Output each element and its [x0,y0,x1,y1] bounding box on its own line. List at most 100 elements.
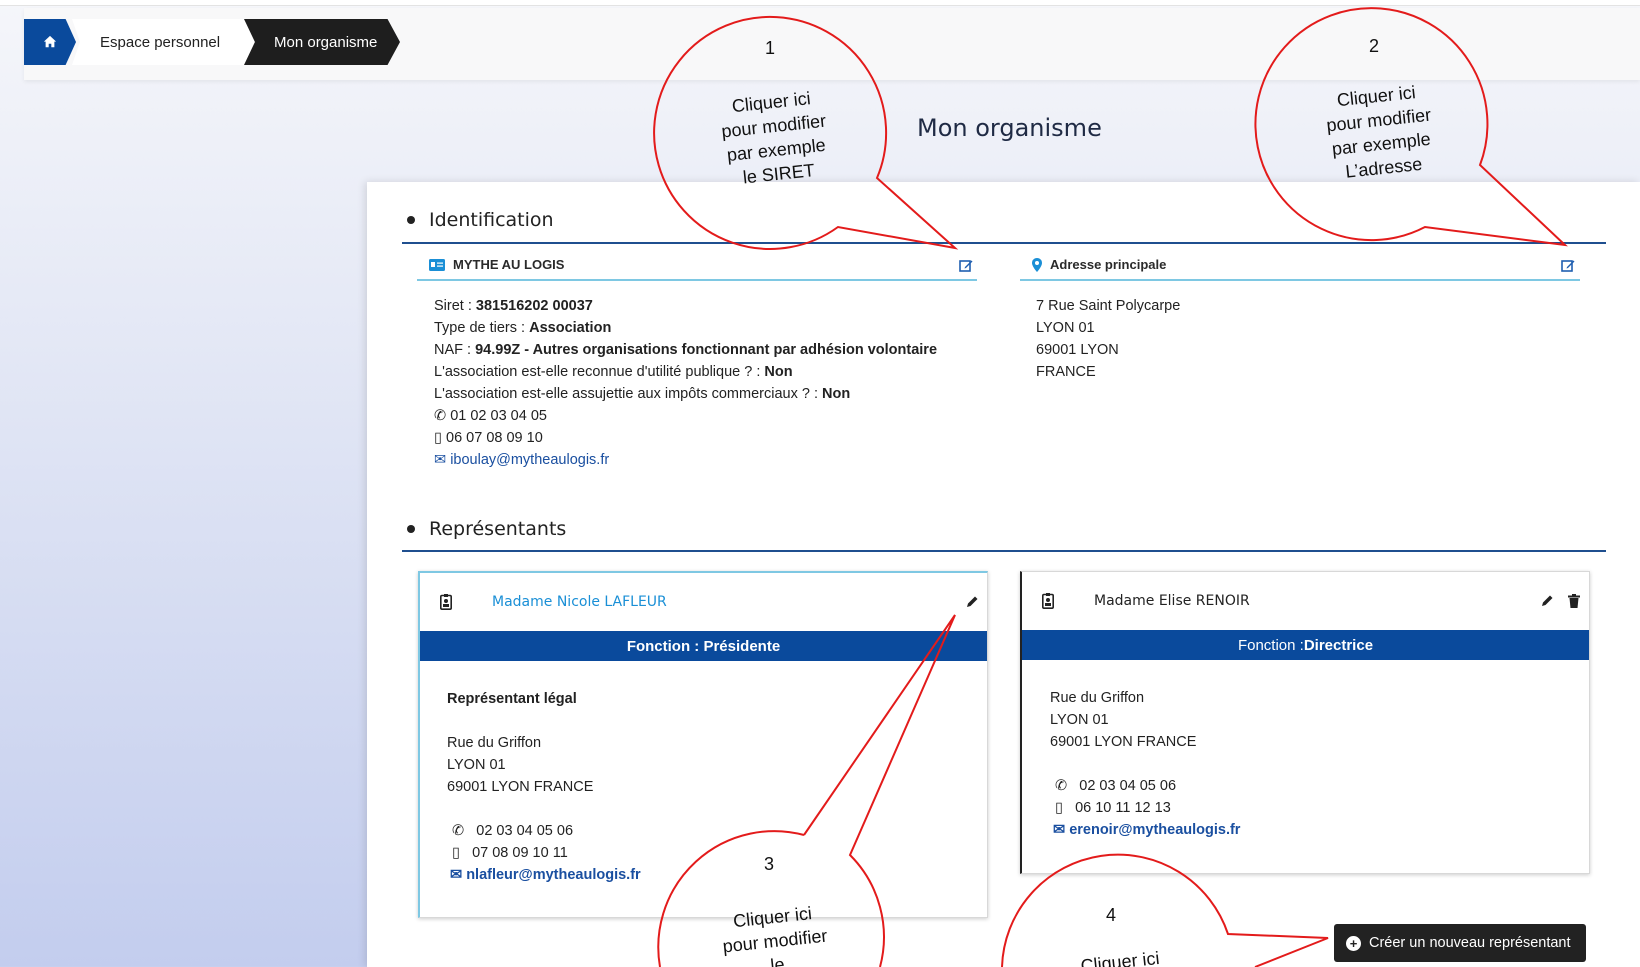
phone-value: 02 03 04 05 06 [476,823,574,839]
trash-icon[interactable] [1568,594,1580,608]
home-icon [43,35,57,48]
mobile-value: 06 10 11 12 13 [1075,800,1171,816]
pencil-icon[interactable] [965,595,979,609]
fonction-value: Directrice [1303,636,1374,654]
mobile-icon: ▯ [434,430,442,446]
callout-number: 4 [1105,905,1116,925]
siret-label: Siret : [434,298,476,314]
card-header: Madame Nicole LAFLEUR [420,573,987,631]
address-line: 7 Rue Saint Polycarpe [1036,298,1181,314]
phone-value: 02 03 04 05 06 [1079,778,1177,794]
map-marker-icon [1032,257,1042,272]
breadcrumb-espace-personnel[interactable]: Espace personnel [72,19,272,65]
representant-card: Madame Nicole LAFLEUR Fonction : Préside… [418,571,988,918]
phone-value: 01 02 03 04 05 [450,408,547,424]
phone-row: ✆ 01 02 03 04 05 [434,405,974,427]
envelope-icon: ✉ [1053,822,1066,838]
fonction-label: Fonction : [626,637,704,655]
email-link[interactable]: erenoir@mytheaulogis.fr [1069,822,1240,838]
breadcrumb-label: Espace personnel [100,33,221,51]
email-link[interactable]: nlafleur@mytheaulogis.fr [466,867,640,883]
card-body: Rue du Griffon LYON 01 69001 LYON FRANCE… [1050,687,1570,841]
plus-circle-icon: + [1346,935,1361,951]
address-line: LYON 01 [1036,320,1095,336]
email-link[interactable]: iboulay@mytheaulogis.fr [450,452,609,468]
callout-number: 3 [763,854,774,874]
address-line: 69001 LYON [1036,342,1119,358]
pencil-icon[interactable] [1540,594,1554,608]
card-header: Madame Elise RENOIR [1022,572,1589,630]
breadcrumb-mon-organisme[interactable]: Mon organisme [244,19,400,65]
mobile-row: ▯ 07 08 09 10 11 [447,842,967,864]
type-value: Association [529,320,612,336]
email-row: ✉ iboulay@mytheaulogis.fr [434,449,974,471]
utilite-label: L'association est-elle reconnue d'utilit… [434,364,765,380]
section-identification: Identification [407,209,554,231]
phone-row: ✆ 02 03 04 05 06 [447,820,967,842]
address-title: Adresse principale [1050,257,1167,272]
address-line: LYON 01 [1050,712,1109,728]
phone-row: ✆ 02 03 04 05 06 [1050,775,1570,797]
create-representant-button[interactable]: + Créer un nouveau représentant [1334,924,1586,962]
edit-icon[interactable] [959,259,973,273]
bullet-icon [407,525,415,533]
address-line: 69001 LYON FRANCE [1050,734,1197,750]
naf-label: NAF : [434,342,476,358]
section-representants: Représentants [407,518,566,540]
address-line: FRANCE [1036,364,1096,380]
naf-row: NAF : 94.99Z - Autres organisations fonc… [434,339,974,361]
page-title: Mon organisme [917,114,1102,142]
envelope-icon: ✉ [434,452,447,468]
siret-value: 381516202 00037 [475,298,593,314]
fonction-label: Fonction : [1237,636,1304,654]
callout-number: 2 [1368,36,1379,56]
fonction-value: Présidente [703,637,781,655]
utilite-value: Non [764,364,793,380]
legal-label: Représentant légal [447,691,577,707]
impots-row: L'association est-elle assujettie aux im… [434,383,974,405]
representant-name: Madame Nicole LAFLEUR [492,594,667,610]
address-details: 7 Rue Saint Polycarpe LYON 01 69001 LYON… [1036,295,1436,383]
org-details: Siret : 381516202 00037 Type de tiers : … [434,295,974,471]
utilite-row: L'association est-elle reconnue d'utilit… [434,361,974,383]
section-title: Représentants [429,518,567,540]
phone-icon: ✆ [1055,778,1068,794]
org-header: MYTHE AU LOGIS [429,257,564,272]
create-button-label: Créer un nouveau représentant [1369,935,1571,951]
edit-icon[interactable] [1561,259,1575,273]
mobile-value: 06 07 08 09 10 [446,430,543,446]
card-body: Représentant légal Rue du Griffon LYON 0… [447,688,967,886]
mobile-row: ▯ 06 07 08 09 10 [434,427,974,449]
section-title: Identification [429,209,554,231]
address-divider [1020,279,1580,281]
mobile-row: ▯ 06 10 11 12 13 [1050,797,1570,819]
callout-number: 1 [764,38,775,58]
section-divider [402,242,1606,244]
phone-icon: ✆ [434,408,447,424]
mobile-value: 07 08 09 10 11 [472,845,568,861]
impots-label: L'association est-elle assujettie aux im… [434,386,822,402]
section-divider [402,550,1606,552]
impots-value: Non [822,386,851,402]
address-header: Adresse principale [1032,257,1166,272]
address-line: LYON 01 [447,757,506,773]
type-label: Type de tiers : [434,320,530,336]
top-edge [0,0,1640,6]
id-card-icon [429,258,445,271]
naf-value: 94.99Z - Autres organisations fonctionna… [475,342,938,358]
org-divider [417,279,977,281]
callout-text: Cliquer ici pour modifier par exemple L’… [1300,76,1459,187]
badge-icon [1042,593,1054,609]
org-name: MYTHE AU LOGIS [453,257,565,272]
bullet-icon [407,216,415,224]
fonction-band: Fonction : Directrice [1022,630,1589,660]
address-line: 69001 LYON FRANCE [447,779,594,795]
breadcrumb-label: Mon organisme [274,33,378,51]
address-line: Rue du Griffon [447,735,542,751]
fonction-band: Fonction : Présidente [420,631,987,661]
email-row: ✉ erenoir@mytheaulogis.fr [1050,819,1570,841]
breadcrumb-home[interactable] [24,19,76,65]
email-row: ✉ nlafleur@mytheaulogis.fr [447,864,967,886]
type-row: Type de tiers : Association [434,317,974,339]
phone-icon: ✆ [452,823,465,839]
